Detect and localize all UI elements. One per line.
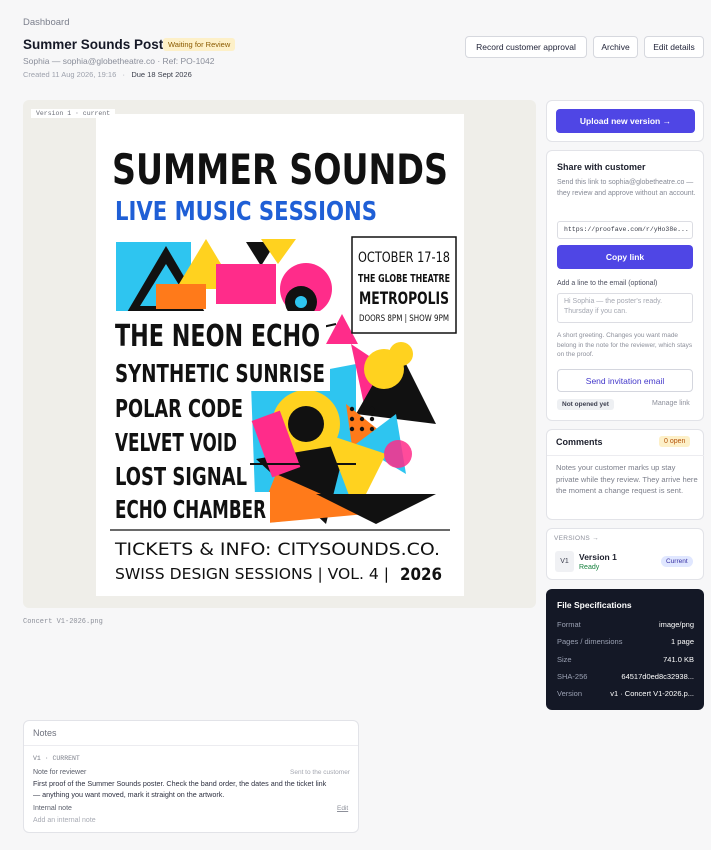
comments-open-badge: 0 open (659, 436, 691, 447)
poster-year: 2026 (400, 565, 442, 585)
reviewer-note-text: First proof of the Summer Sounds poster.… (33, 779, 327, 799)
notes-version-label: V1 · CURRENT (33, 755, 80, 762)
dates-line: Created 11 Aug 2026, 19:16 · Due 18 Sept… (23, 70, 192, 79)
poster-band-3: POLAR CODE (115, 394, 243, 423)
spec-pages-value: 1 page (671, 637, 694, 646)
page-title: Summer Sounds Poster (23, 37, 177, 52)
version-name[interactable]: Version 1 (579, 552, 617, 562)
poster-band-4: VELVET VOID (115, 428, 237, 457)
poster-band-2: SYNTHETIC SUNRISE (115, 359, 325, 388)
spec-format-label: Format (557, 620, 581, 629)
spec-sha-value: 64517d0ed8c32938... (621, 672, 694, 681)
status-badge: Waiting for Review (163, 38, 236, 51)
poster-city: METROPOLIS (359, 289, 449, 309)
comments-title: Comments (556, 437, 603, 447)
poster-band-5: LOST SIGNAL (115, 462, 247, 491)
poster-band-1: THE NEON ECHO (115, 319, 320, 354)
version-tag-box: V1 (555, 551, 574, 572)
record-approval-button[interactable]: Record customer approval (465, 36, 587, 58)
customer-ref: Sophia — sophia@globetheatre.co · Ref: P… (23, 56, 215, 66)
meta-separator: · (118, 70, 130, 79)
poster-times: DOORS 8PM | SHOW 9PM (359, 314, 449, 324)
notes-title: Notes (33, 728, 57, 738)
file-name: Concert V1-2026.png (23, 618, 103, 626)
spec-size-label: Size (557, 655, 572, 664)
poster-subhead: LIVE MUSIC SESSIONS (115, 197, 377, 227)
internal-note-label: Internal note (33, 805, 72, 812)
spec-version-value: v1 · Concert V1-2026.p... (610, 689, 694, 698)
spec-version-label: Version (557, 689, 583, 698)
spec-pages-label: Pages / dimensions (557, 637, 623, 646)
internal-note-placeholder[interactable]: Add an internal note (33, 817, 96, 824)
email-line-label: Add a line to the email (optional) (557, 280, 658, 287)
poster-band-6: ECHO CHAMBER (115, 495, 266, 524)
send-invitation-button[interactable]: Send invitation email (557, 369, 693, 392)
poster-series: SWISS DESIGN SESSIONS | VOL. 4 | (115, 565, 389, 583)
share-description: Send this link to sophia@globetheatre.co… (557, 179, 696, 197)
breadcrumb-dashboard[interactable]: Dashboard (23, 17, 69, 28)
notes-divider (24, 745, 358, 746)
comments-description: Notes your customer marks up stay privat… (556, 463, 698, 495)
upload-version-button[interactable]: Upload new version → (556, 109, 695, 133)
copy-link-button[interactable]: Copy link (557, 245, 693, 269)
due-date: Due 18 Sept 2026 (131, 70, 192, 79)
comments-divider (547, 455, 704, 456)
internal-note-edit-link[interactable]: Edit (337, 805, 348, 812)
invite-status-badge: Not opened yet (557, 399, 614, 410)
version-current-badge: Current (661, 556, 693, 567)
poster-venue: THE GLOBE THEATRE (358, 272, 450, 285)
share-link-field[interactable]: https://proofave.com/r/yHo38e... (557, 221, 693, 239)
manage-link[interactable]: Manage link (652, 400, 690, 407)
spec-format-value: image/png (658, 620, 694, 629)
edit-details-button[interactable]: Edit details (644, 36, 704, 58)
archive-button[interactable]: Archive (593, 36, 638, 58)
spec-sha-label: SHA-256 (557, 672, 588, 681)
poster-headline: SUMMER SOUNDS (112, 145, 448, 194)
reviewer-note-label: Note for reviewer (33, 769, 87, 776)
poster-artwork[interactable]: SUMMER SOUNDS LIVE MUSIC SESSIONS OCTOBE… (96, 114, 464, 596)
file-specs-title: File Specifications (557, 600, 632, 610)
spec-size-value: 741.0 KB (663, 655, 694, 664)
email-line-help: A short greeting. Changes you want made … (557, 332, 693, 358)
created-date: Created 11 Aug 2026, 19:16 (23, 70, 117, 79)
version-state: Ready (579, 564, 600, 571)
poster-date: OCTOBER 17-18 (358, 250, 450, 266)
sent-label: Sent to the customer (290, 769, 350, 776)
version-tag: Version 1 · current (31, 109, 116, 118)
poster-tickets: TICKETS & INFO: CITYSOUNDS.CO. (114, 540, 440, 560)
poster-image: SUMMER SOUNDS LIVE MUSIC SESSIONS OCTOBE… (96, 114, 464, 596)
versions-link[interactable]: VERSIONS → (554, 535, 599, 542)
share-title: Share with customer (557, 162, 646, 172)
email-line-input[interactable]: Hi Sophia — the poster's ready. Thursday… (557, 293, 693, 323)
